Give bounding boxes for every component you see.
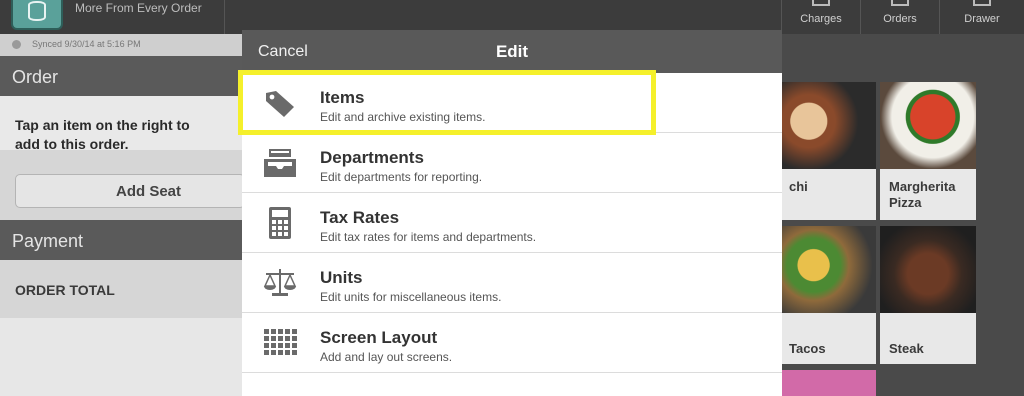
menu-item-screen-layout[interactable]: Screen Layout Add and lay out screens. xyxy=(242,313,782,373)
pasta-dish-image xyxy=(780,82,876,169)
menu-item-tax-rates[interactable]: Tax Rates Edit tax rates for items and d… xyxy=(242,193,782,253)
product-grid: chi Margherita Pizza Tacos Steak xyxy=(780,34,1024,396)
highlight-box xyxy=(238,70,656,135)
steak-image xyxy=(880,226,976,313)
orders-button[interactable]: Orders xyxy=(861,0,939,34)
calculator-icon xyxy=(269,207,291,239)
tacos-image xyxy=(780,226,876,313)
modal-title: Edit xyxy=(495,42,529,61)
check-icon xyxy=(12,40,21,49)
payment-heading: Payment xyxy=(0,220,242,260)
menu-item-departments[interactable]: Departments Edit departments for reporti… xyxy=(242,133,782,193)
add-seat-button[interactable]: Add Seat xyxy=(15,174,245,208)
sync-status: Synced 9/30/14 at 5:16 PM xyxy=(0,34,242,56)
orders-icon xyxy=(891,0,909,6)
app-logo xyxy=(11,0,63,30)
modal-header: Cancel Edit xyxy=(242,30,782,73)
product-tile[interactable]: Tacos xyxy=(780,226,876,364)
charges-button[interactable]: Charges xyxy=(782,0,860,34)
menu-item-units[interactable]: Units Edit units for miscellaneous items… xyxy=(242,253,782,313)
inbox-tray-icon xyxy=(264,149,296,177)
product-tile[interactable]: chi xyxy=(780,82,876,220)
order-heading: Order xyxy=(0,56,242,96)
order-total-label: ORDER TOTAL xyxy=(15,282,115,298)
product-tile[interactable]: Steak xyxy=(880,226,976,364)
drawer-button[interactable]: Drawer xyxy=(940,0,1024,34)
payment-area xyxy=(0,318,242,396)
divider xyxy=(224,0,225,34)
order-hint: Tap an item on the right to add to this … xyxy=(15,117,190,152)
margherita-pizza-image xyxy=(880,82,976,169)
app-tagline: More From Every Order xyxy=(75,1,202,15)
grid-icon xyxy=(264,329,297,355)
charges-icon xyxy=(812,0,830,6)
product-tile[interactable]: Margherita Pizza xyxy=(880,82,976,220)
drawer-icon xyxy=(973,0,991,6)
product-tile-partial[interactable] xyxy=(780,370,876,396)
scale-icon xyxy=(263,269,297,296)
top-bar: More From Every Order Charges Orders Dra… xyxy=(0,0,1024,34)
order-panel: Synced 9/30/14 at 5:16 PM Order Tap an i… xyxy=(0,34,245,396)
